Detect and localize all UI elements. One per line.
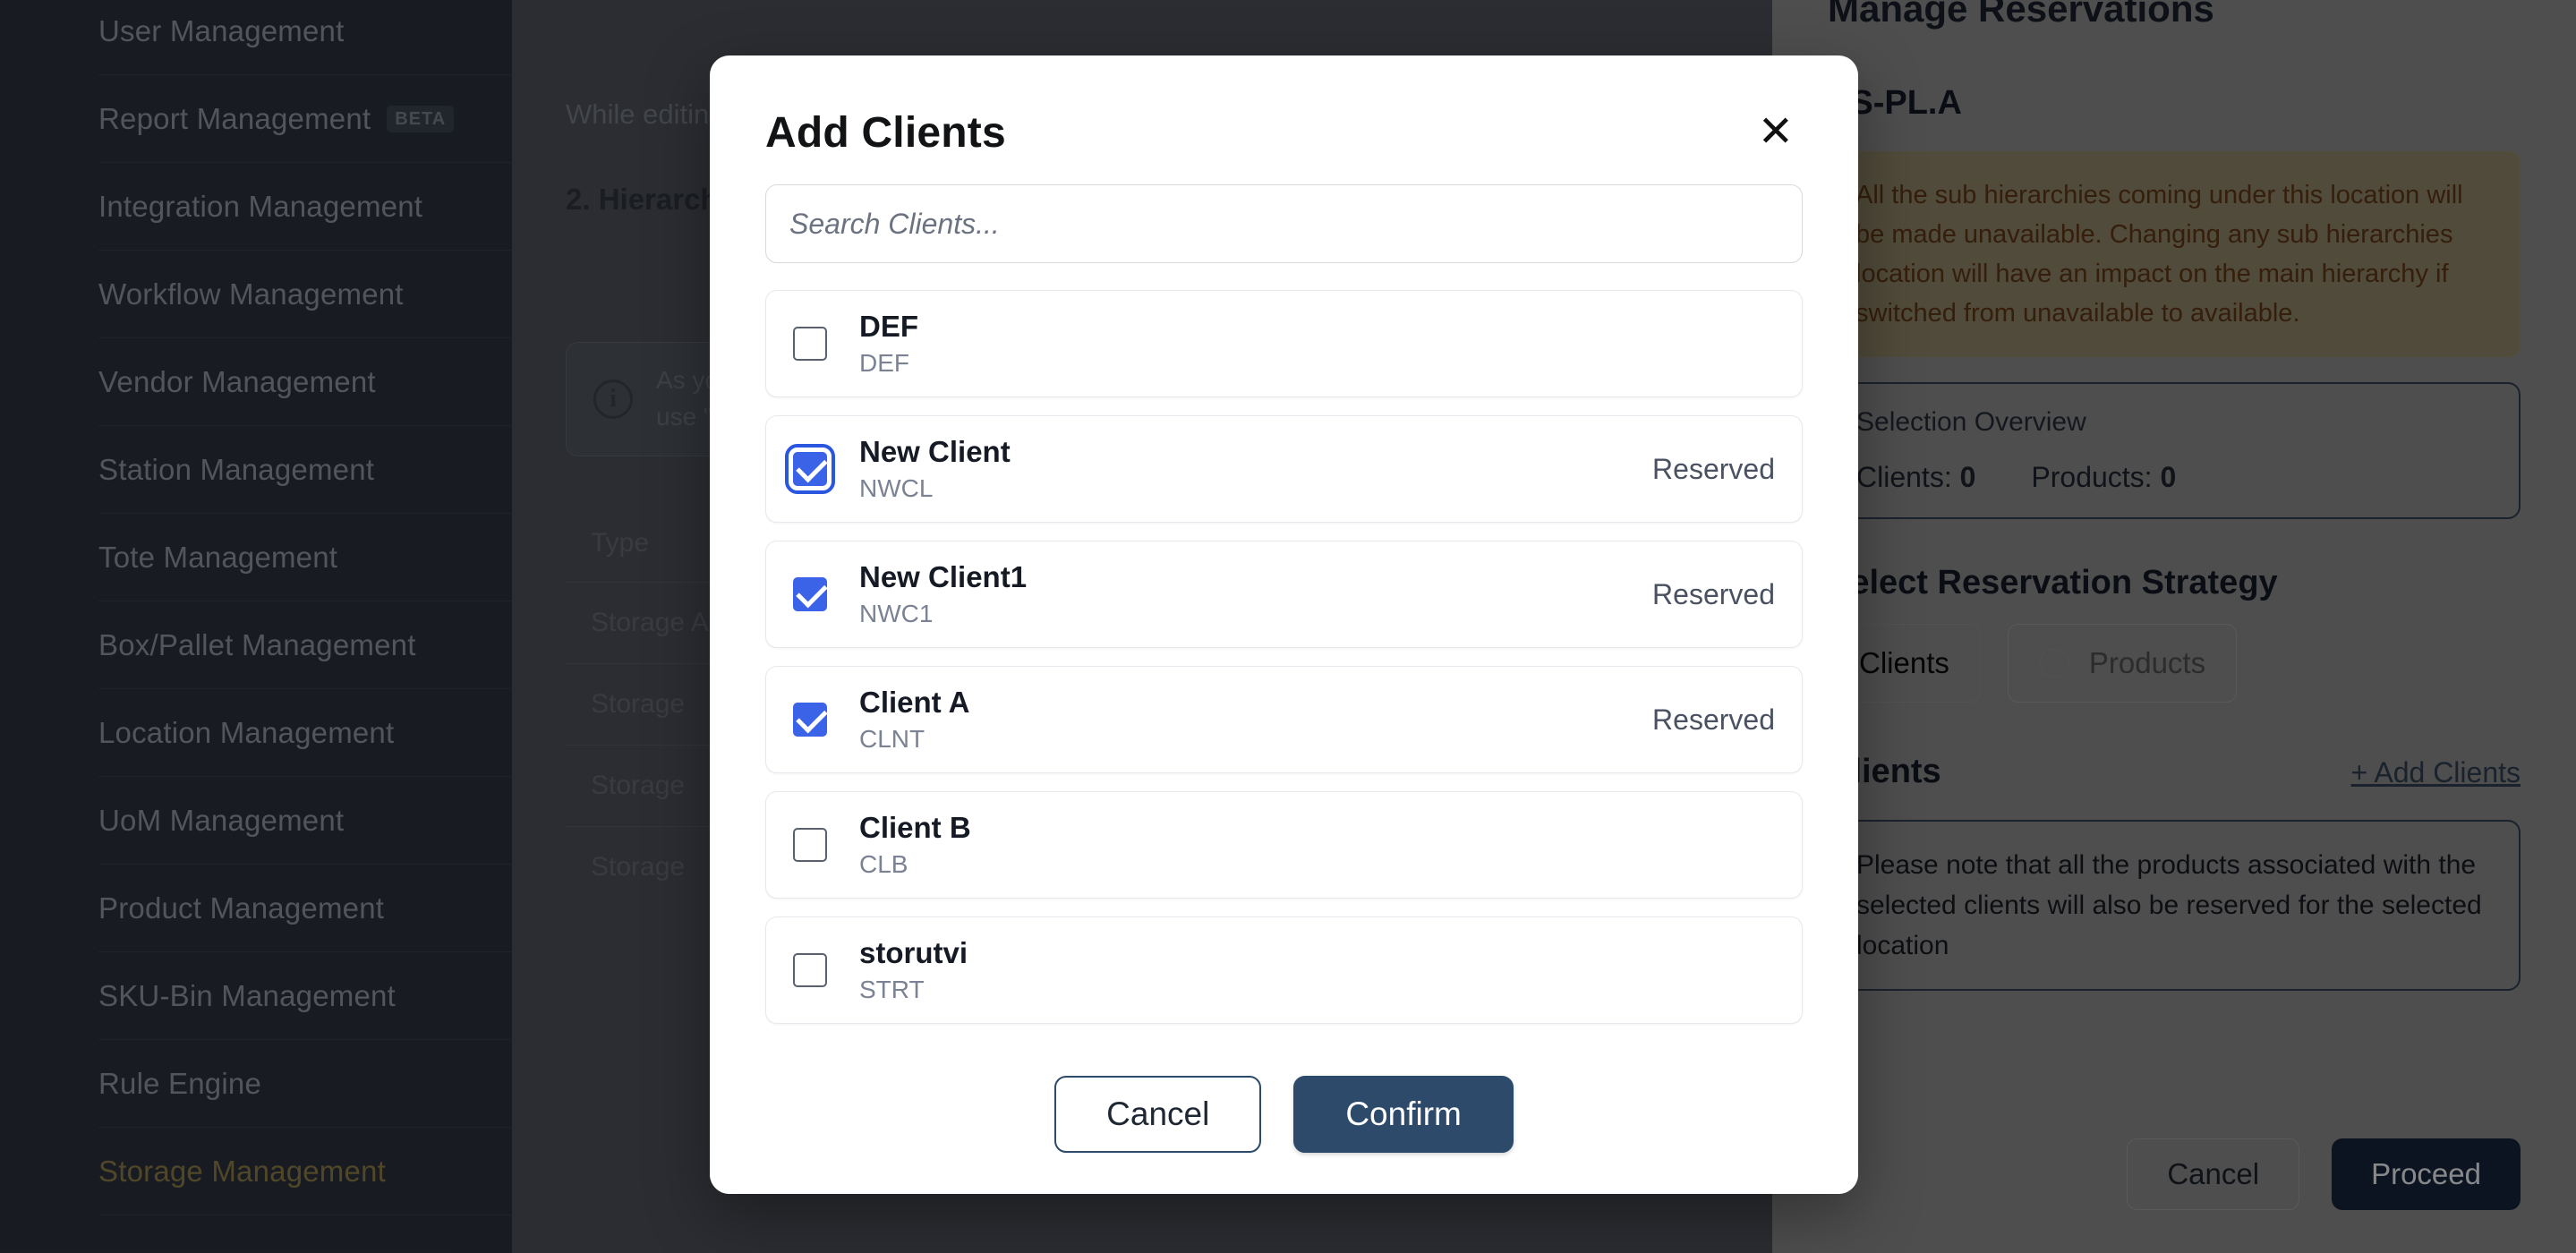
modal-search-wrap [710,184,1858,263]
client-name: New Client1 [859,560,1027,594]
client-list[interactable]: DEFDEFNew ClientNWCLReservedNew Client1N… [710,290,1858,1051]
client-code: NWC1 [859,600,1027,628]
client-name: Client A [859,686,969,720]
modal-header: Add Clients ✕ [710,55,1858,184]
client-list-item[interactable]: Client B CLB [765,791,1803,899]
client-code: CLB [859,850,971,879]
client-status-badge: Reserved [1652,703,1775,737]
client-checkbox[interactable] [793,577,827,611]
client-list-item[interactable]: New Client NWCL Reserved [765,415,1803,523]
search-clients-input[interactable] [765,184,1803,263]
modal-title: Add Clients [765,108,1006,158]
client-status-badge: Reserved [1652,453,1775,486]
client-code: DEF [859,349,918,378]
add-clients-modal: Add Clients ✕ DEF DEF New Client NWCL Reserv… [710,55,1858,1194]
client-checkbox[interactable] [793,828,827,862]
client-list-item[interactable]: Client A CLNT Reserved [765,666,1803,773]
client-code: NWCL [859,474,1011,503]
modal-confirm-button[interactable]: Confirm [1293,1076,1514,1153]
client-text: storutvi STRT [859,936,968,1004]
client-text: Client A CLNT [859,686,969,754]
client-name: DEF [859,310,918,344]
client-list-item[interactable]: storutvi STRT [765,916,1803,1024]
client-text: New Client NWCL [859,435,1011,503]
client-checkbox[interactable] [793,452,827,486]
client-text: New Client1 NWC1 [859,560,1027,628]
client-status-badge: Reserved [1652,578,1775,611]
client-list-item[interactable]: New Client1 NWC1 Reserved [765,541,1803,648]
client-name: New Client [859,435,1011,469]
client-name: Client B [859,811,971,845]
client-text: Client B CLB [859,811,971,879]
client-checkbox[interactable] [793,703,827,737]
modal-cancel-button[interactable]: Cancel [1054,1076,1261,1153]
close-icon[interactable]: ✕ [1749,107,1803,158]
client-name: storutvi [859,936,968,970]
client-text: DEF DEF [859,310,918,378]
client-checkbox[interactable] [793,953,827,987]
client-checkbox[interactable] [793,327,827,361]
client-code: CLNT [859,725,969,754]
client-code: STRT [859,976,968,1004]
modal-footer: Cancel Confirm [710,1051,1858,1194]
client-list-item[interactable]: DEF DEF [765,290,1803,397]
